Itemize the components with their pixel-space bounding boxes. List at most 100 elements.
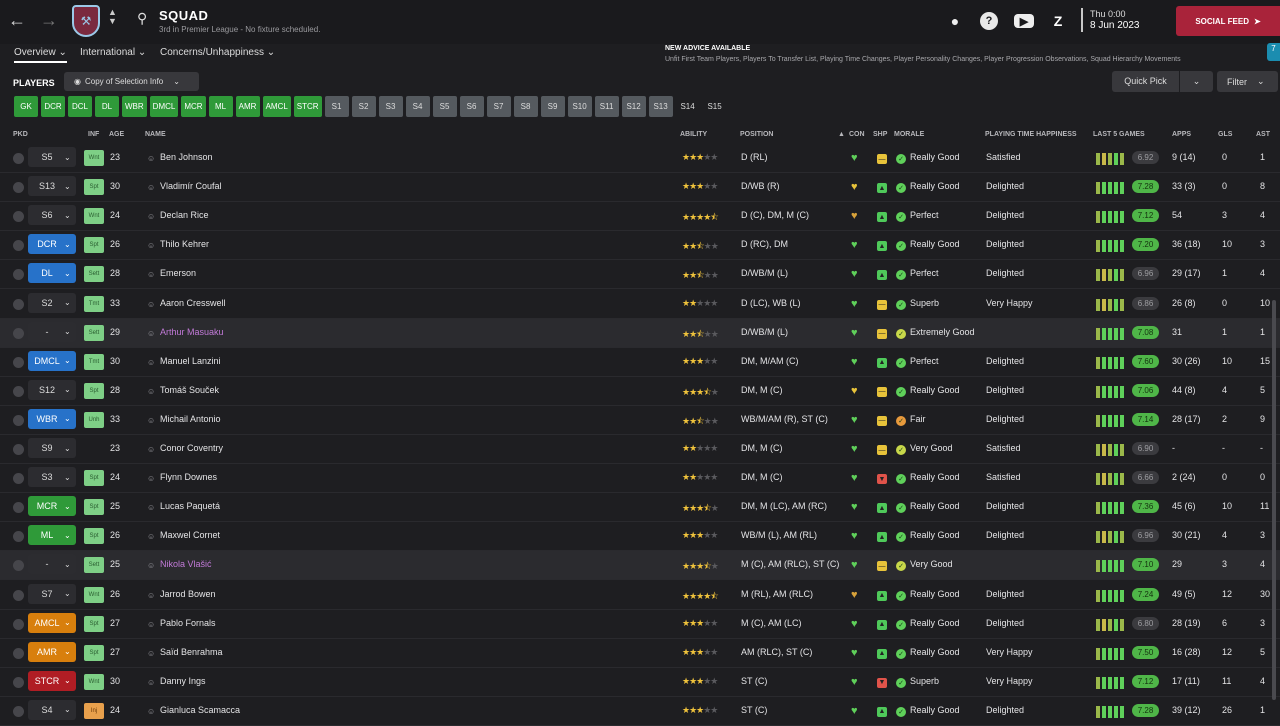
table-row[interactable]: DCR ⌄ Spt 26 ☺ Thilo Kehrer ★★⯪★★ D (RC),…	[0, 231, 1280, 261]
table-row[interactable]: ML ⌄ Spt 26 ☺ Maxwel Cornet ★★★★★ WB/M (L…	[0, 522, 1280, 552]
chip-stcr[interactable]: STCR	[293, 96, 322, 117]
table-row[interactable]: S3 ⌄ Spt 24 ☺ Flynn Downes ★★★★★ DM, M (C…	[0, 464, 1280, 494]
tab-concerns[interactable]: Concerns/Unhappiness ⌄	[160, 47, 275, 58]
select-checkbox[interactable]	[13, 385, 24, 397]
chip-s9[interactable]: S9	[540, 96, 565, 117]
col-apps[interactable]: APPS	[1172, 131, 1191, 138]
select-checkbox[interactable]	[13, 182, 24, 194]
help-icon[interactable]: ?	[980, 12, 998, 30]
select-checkbox[interactable]	[13, 560, 24, 572]
chip-s12[interactable]: S12	[621, 96, 646, 117]
select-checkbox[interactable]	[13, 414, 24, 426]
chip-ml[interactable]: ML	[208, 96, 233, 117]
col-ast[interactable]: AST	[1256, 131, 1270, 138]
position-selector[interactable]: S7 ⌄	[28, 583, 76, 604]
player-name-link[interactable]: Lucas Paquetá	[160, 501, 220, 511]
chip-s4[interactable]: S4	[405, 96, 430, 117]
table-row[interactable]: S12 ⌄ Spt 28 ☺ Tomáš Souček ★★★⯪★ DM, M (…	[0, 377, 1280, 406]
select-checkbox[interactable]	[13, 153, 24, 164]
filter-button[interactable]: Filter ⌄	[1217, 71, 1278, 92]
col-inf[interactable]: INF	[88, 131, 99, 138]
col-name[interactable]: NAME	[145, 131, 166, 138]
player-name-link[interactable]: Saïd Benrahma	[160, 647, 223, 657]
switch-team-icon[interactable]: ▲ ▼	[108, 8, 117, 26]
col-last5[interactable]: LAST 5 GAMES	[1093, 131, 1145, 138]
select-checkbox[interactable]	[13, 298, 24, 310]
player-name-link[interactable]: Jarrod Bowen	[160, 589, 216, 599]
quick-pick-button[interactable]: Quick Pick ⌄	[1112, 71, 1213, 92]
select-checkbox[interactable]	[13, 444, 24, 455]
position-selector[interactable]: AMCL ⌄	[28, 612, 76, 633]
club-crest-icon[interactable]: ⚒	[72, 5, 100, 37]
tab-overview[interactable]: Overview ⌄	[14, 47, 67, 63]
chip-s3[interactable]: S3	[378, 96, 403, 117]
chip-mcr[interactable]: MCR	[181, 96, 206, 117]
back-arrow-icon[interactable]: ←	[8, 11, 26, 29]
position-selector[interactable]: - ⌄	[28, 321, 76, 342]
col-con[interactable]: CON	[849, 131, 865, 138]
player-name-link[interactable]: Conor Coventry	[160, 443, 223, 453]
col-playing-time[interactable]: PLAYING TIME HAPPINESS	[985, 131, 1077, 138]
tab-international[interactable]: International ⌄	[80, 47, 146, 58]
select-checkbox[interactable]	[13, 647, 24, 659]
select-checkbox[interactable]	[13, 502, 24, 514]
position-selector[interactable]: DL ⌄	[28, 263, 76, 284]
chip-s1[interactable]: S1	[324, 96, 349, 117]
position-selector[interactable]: AMR ⌄	[28, 641, 76, 662]
chip-dl[interactable]: DL	[95, 96, 119, 117]
col-ability[interactable]: ABILITY	[680, 131, 707, 138]
select-checkbox[interactable]	[13, 676, 24, 688]
table-row[interactable]: AMR ⌄ Spt 27 ☺ Saïd Benrahma ★★★★★ AM (RL…	[0, 639, 1280, 668]
player-name-link[interactable]: Emerson	[160, 268, 196, 278]
position-selector[interactable]: S4 ⌄	[28, 699, 76, 720]
chip-gk[interactable]: GK	[14, 96, 38, 117]
search-icon[interactable]: ⚲	[137, 10, 147, 27]
player-name-link[interactable]: Tomáš Souček	[160, 385, 219, 395]
player-name-link[interactable]: Vladimír Coufal	[160, 181, 222, 191]
player-name-link[interactable]: Pablo Fornals	[160, 618, 216, 628]
select-checkbox[interactable]	[13, 705, 24, 717]
chip-s5[interactable]: S5	[432, 96, 457, 117]
position-selector[interactable]: MCR ⌄	[28, 496, 76, 517]
col-age[interactable]: AGE	[109, 131, 124, 138]
chip-dmcl[interactable]: DMCL	[149, 96, 179, 117]
player-name-link[interactable]: Flynn Downes	[160, 472, 217, 482]
game-date[interactable]: Thu 0:00 8 Jun 2023	[1081, 8, 1140, 32]
position-selector[interactable]: DMCL ⌄	[28, 350, 76, 371]
zeal-icon[interactable]: Z	[1049, 12, 1067, 30]
social-feed-button[interactable]: SOCIAL FEED ➤	[1176, 6, 1280, 36]
position-selector[interactable]: - ⌄	[28, 554, 76, 575]
player-name-link[interactable]: Nikola Vlašić	[160, 559, 212, 569]
chip-s6[interactable]: S6	[459, 96, 484, 117]
table-row[interactable]: DL ⌄ Sett 28 ☺ Emerson ★★⯪★★ D/WB/M (L) ♥…	[0, 260, 1280, 290]
advice-banner[interactable]: NEW ADVICE AVAILABLE Unfit First Team Pl…	[665, 43, 1181, 65]
chip-s8[interactable]: S8	[513, 96, 538, 117]
col-shp[interactable]: SHP	[873, 131, 887, 138]
copy-selection-button[interactable]: ◉ Copy of Selection Info ⌄	[64, 72, 199, 91]
chip-wbr[interactable]: WBR	[122, 96, 147, 117]
chip-s11[interactable]: S11	[594, 96, 619, 117]
table-row[interactable]: S7 ⌄ Wnt 26 ☺ Jarrod Bowen ★★★★⯪ M (RL), …	[0, 581, 1280, 610]
player-name-link[interactable]: Aaron Cresswell	[160, 298, 226, 308]
table-row[interactable]: S5 ⌄ Wnt 23 ☺ Ben Johnson ★★★★★ D (RL) ♥ …	[0, 144, 1280, 173]
chip-s13[interactable]: S13	[648, 96, 673, 117]
col-morale[interactable]: MORALE	[894, 131, 924, 138]
position-selector[interactable]: S13 ⌄	[28, 176, 76, 197]
position-selector[interactable]: S3 ⌄	[28, 467, 76, 488]
select-checkbox[interactable]	[13, 531, 24, 543]
table-row[interactable]: WBR ⌄ Unh 33 ☺ Michail Antonio ★★⯪★★ WB/M…	[0, 406, 1280, 435]
position-selector[interactable]: WBR ⌄	[28, 408, 76, 429]
position-selector[interactable]: S2 ⌄	[28, 292, 76, 313]
position-selector[interactable]: DCR ⌄	[28, 234, 76, 255]
table-row[interactable]: S6 ⌄ Wnt 24 ☺ Declan Rice ★★★★⯪ D (C), DM…	[0, 202, 1280, 232]
table-row[interactable]: S9 ⌄ 23 ☺ Conor Coventry ★★★★★ DM, M (C) …	[0, 435, 1280, 464]
table-row[interactable]: S4 ⌄ Inj 24 ☺ Gianluca Scamacca ★★★★★ ST …	[0, 697, 1280, 726]
player-name-link[interactable]: Thilo Kehrer	[160, 239, 209, 249]
position-selector[interactable]: STCR ⌄	[28, 670, 76, 691]
player-name-link[interactable]: Manuel Lanzini	[160, 356, 221, 366]
manager-icon[interactable]: ●	[946, 12, 964, 30]
chip-s15[interactable]: S15	[703, 96, 727, 117]
select-checkbox[interactable]	[13, 356, 24, 368]
position-selector[interactable]: S12 ⌄	[28, 379, 76, 400]
col-position[interactable]: POSITION	[740, 131, 773, 138]
